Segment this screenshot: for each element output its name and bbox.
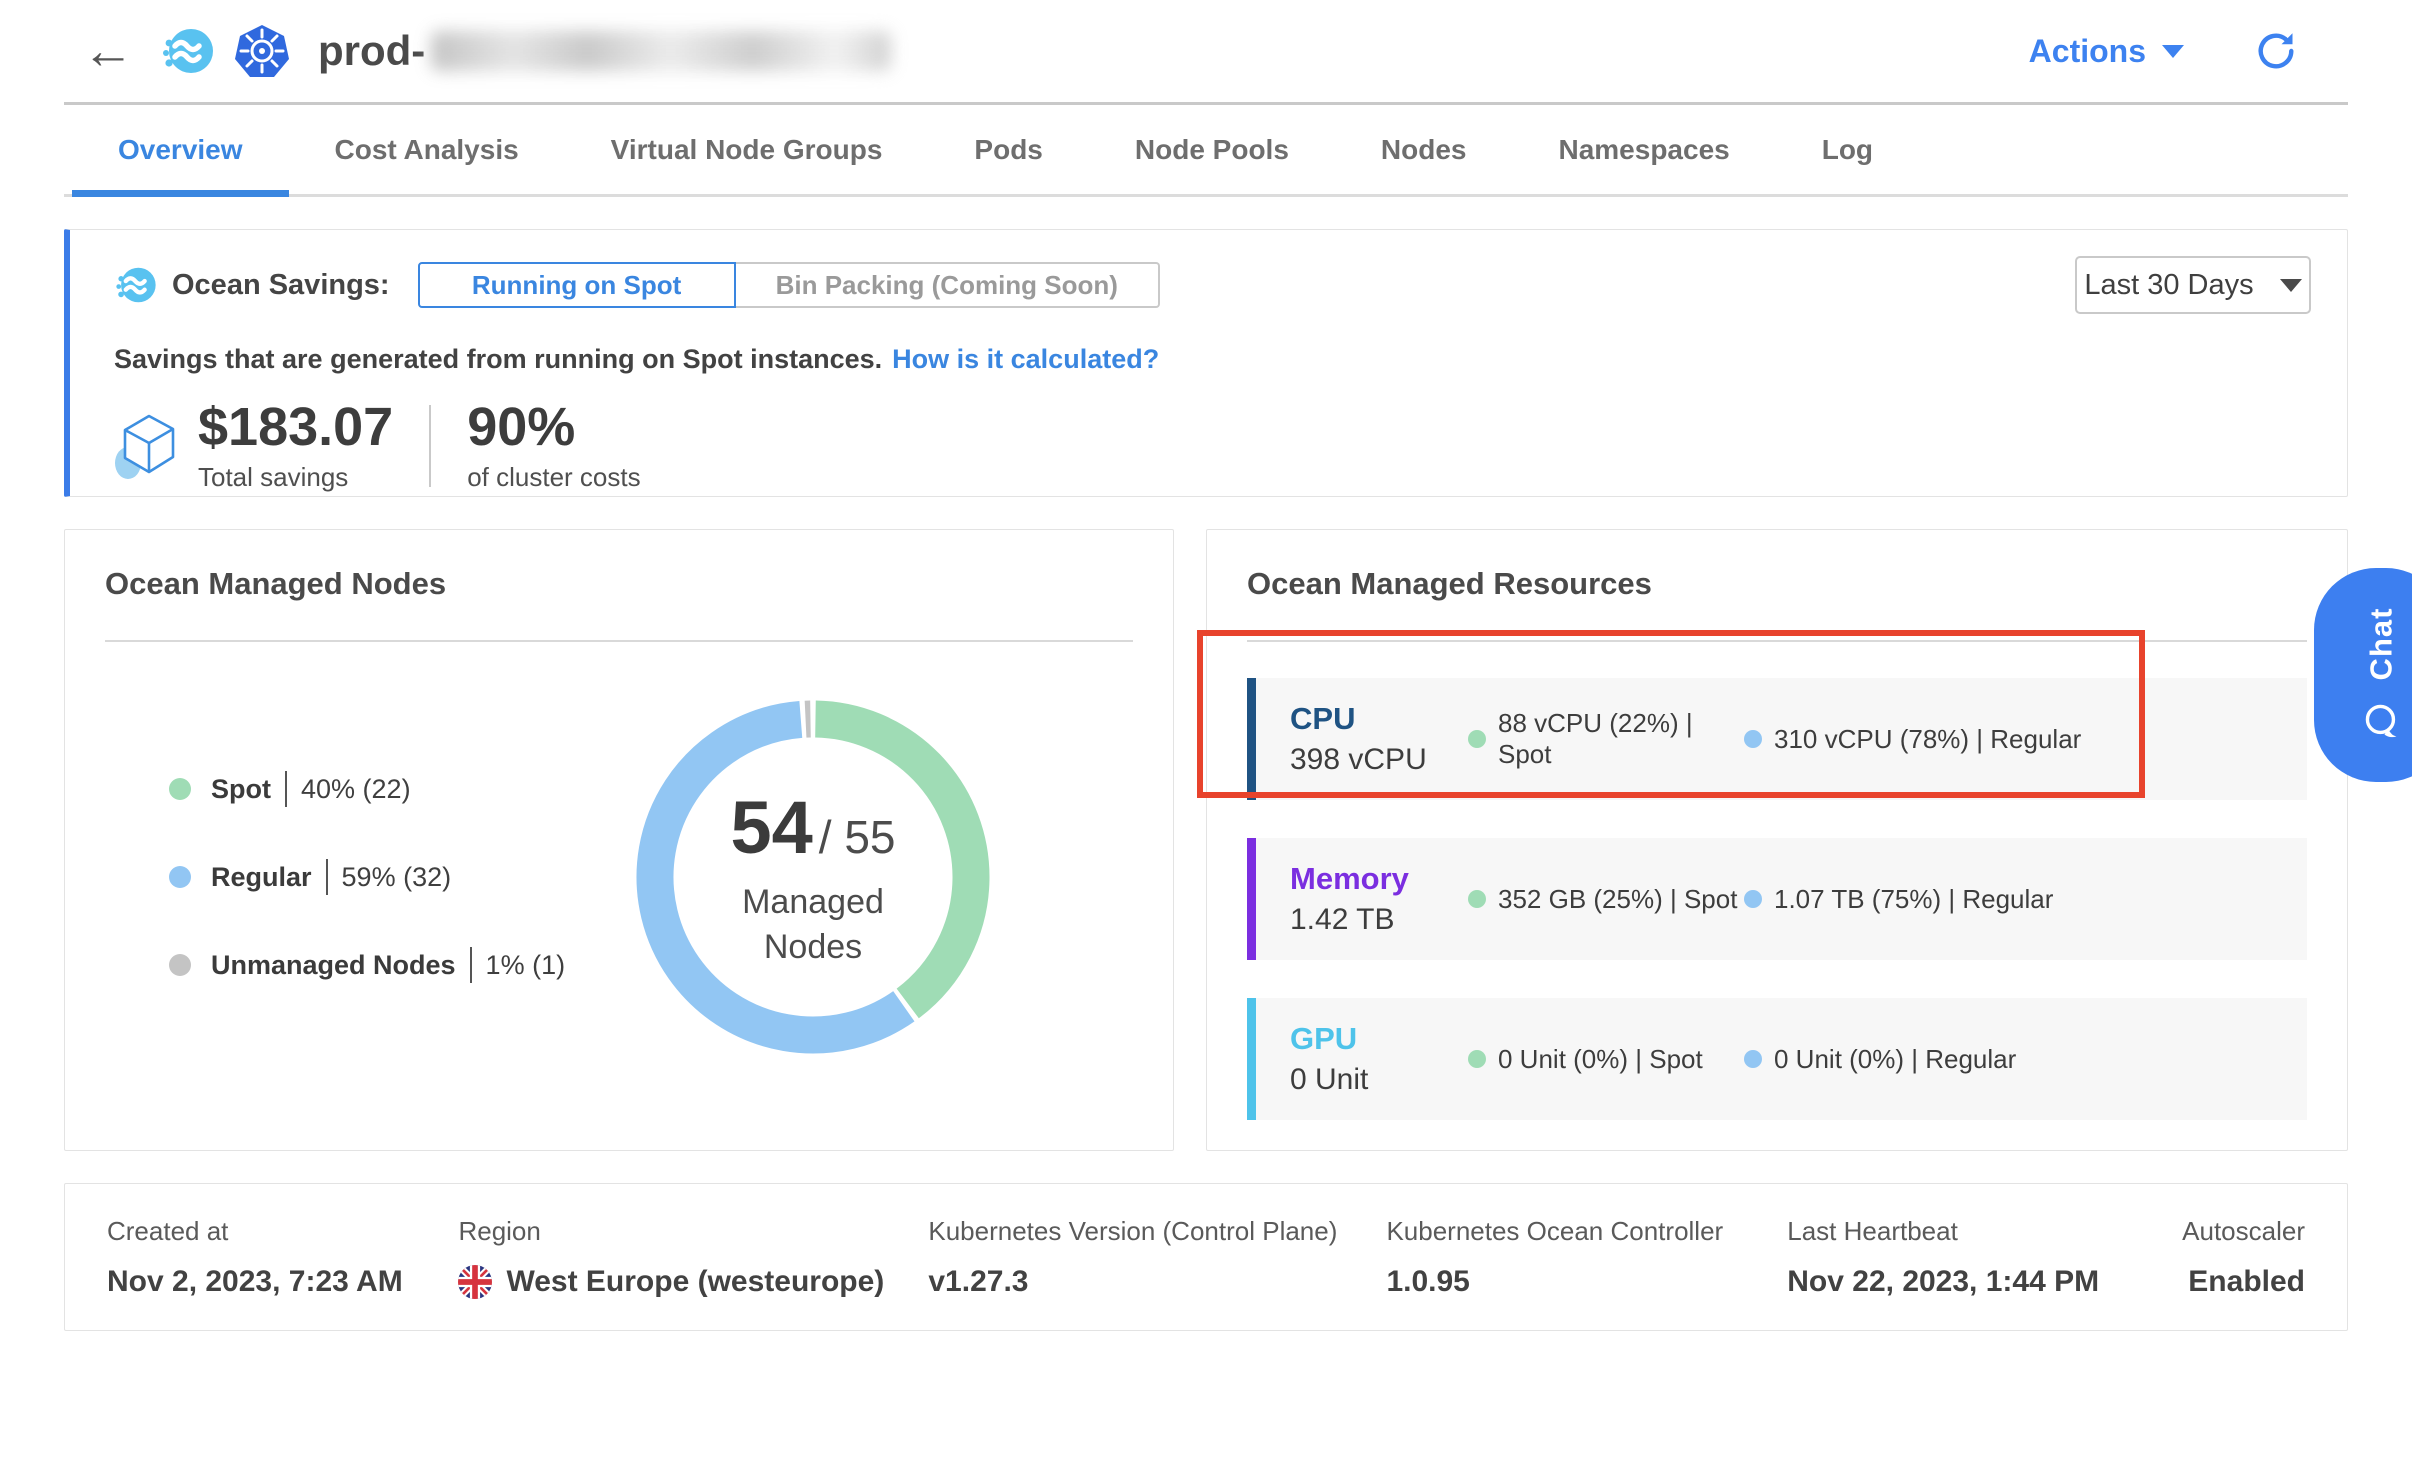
cluster-costs-percent-label: of cluster costs bbox=[467, 462, 640, 493]
legend-item-regular: Regular 59% (32) bbox=[169, 859, 633, 895]
savings-view-toggle: Running on Spot Bin Packing (Coming Soon… bbox=[418, 262, 1160, 308]
spot-stat: 352 GB (25%) | Spot bbox=[1468, 884, 1744, 915]
figures-divider bbox=[429, 405, 431, 487]
regular-stat: 1.07 TB (75%) | Regular bbox=[1744, 884, 2053, 915]
resource-name: Memory bbox=[1290, 861, 1468, 897]
resource-row-gpu: GPU 0 Unit 0 Unit (0%) | Spot 0 Unit (0%… bbox=[1247, 998, 2307, 1120]
uk-flag-icon bbox=[458, 1265, 492, 1299]
header: ← prod- Actions bbox=[64, 0, 2348, 102]
resource-total: 398 vCPU bbox=[1290, 743, 1468, 777]
bin-packing-button[interactable]: Bin Packing (Coming Soon) bbox=[736, 262, 1160, 308]
k8s-version-value: v1.27.3 bbox=[928, 1265, 1386, 1299]
savings-cube-icon bbox=[114, 411, 180, 481]
managed-resources-title: Ocean Managed Resources bbox=[1247, 566, 2307, 602]
chat-label: Chat bbox=[2363, 608, 2399, 681]
back-arrow-icon[interactable]: ← bbox=[74, 25, 142, 77]
how-calculated-link[interactable]: How is it calculated? bbox=[892, 344, 1159, 374]
legend-separator bbox=[470, 947, 472, 983]
ocean-managed-nodes-card: Ocean Managed Nodes Spot 40% (22) Regula… bbox=[64, 529, 1174, 1151]
legend-item-spot: Spot 40% (22) bbox=[169, 771, 633, 807]
refresh-icon[interactable] bbox=[2254, 29, 2298, 73]
regular-stat: 0 Unit (0%) | Regular bbox=[1744, 1044, 2016, 1075]
header-actions: Actions bbox=[2029, 29, 2338, 73]
regular-dot-icon bbox=[1744, 890, 1762, 908]
resource-total: 0 Unit bbox=[1290, 1063, 1468, 1097]
actions-label: Actions bbox=[2029, 33, 2146, 70]
managed-nodes-center-label: Managed Nodes bbox=[713, 880, 913, 968]
chat-bubble-icon bbox=[2360, 700, 2402, 742]
last-heartbeat-column: Last Heartbeat Nov 22, 2023, 1:44 PM bbox=[1787, 1216, 2182, 1299]
cluster-name-redacted bbox=[431, 31, 891, 71]
legend-separator bbox=[326, 859, 328, 895]
resource-row-memory: Memory 1.42 TB 352 GB (25%) | Spot 1.07 … bbox=[1247, 838, 2307, 960]
resource-row-cpu: CPU 398 vCPU 88 vCPU (22%) | Spot 310 vC… bbox=[1247, 678, 2307, 800]
tab-overview[interactable]: Overview bbox=[72, 105, 289, 194]
regular-stat: 310 vCPU (78%) | Regular bbox=[1744, 724, 2081, 755]
autoscaler-column: Autoscaler Enabled bbox=[2182, 1216, 2305, 1299]
total-savings-label: Total savings bbox=[198, 462, 393, 493]
managed-nodes-title: Ocean Managed Nodes bbox=[105, 566, 1133, 602]
tab-nodes[interactable]: Nodes bbox=[1335, 105, 1513, 194]
donut-center-text: 54 / 55 Managed Nodes bbox=[633, 697, 993, 1057]
created-at-value: Nov 2, 2023, 7:23 AM bbox=[107, 1265, 458, 1299]
ocean-controller-column: Kubernetes Ocean Controller 1.0.95 bbox=[1386, 1216, 1787, 1299]
running-on-spot-button[interactable]: Running on Spot bbox=[418, 262, 736, 308]
autoscaler-status: Enabled bbox=[2188, 1265, 2305, 1299]
chat-button[interactable]: Chat bbox=[2314, 568, 2412, 782]
kubernetes-logo-icon bbox=[234, 23, 290, 79]
period-dropdown[interactable]: Last 30 Days bbox=[2075, 256, 2311, 314]
page-title: prod- bbox=[318, 27, 891, 75]
unmanaged-dot-icon bbox=[169, 954, 191, 976]
spot-dot-icon bbox=[1468, 730, 1486, 748]
resource-name: GPU bbox=[1290, 1021, 1468, 1057]
managed-nodes-total: / 55 bbox=[819, 810, 896, 864]
cluster-costs-percent-value: 90% bbox=[467, 399, 640, 456]
regular-dot-icon bbox=[1744, 1050, 1762, 1068]
managed-nodes-count: 54 bbox=[730, 785, 812, 870]
spot-dot-icon bbox=[1468, 1050, 1486, 1068]
cluster-info-bar: Created at Nov 2, 2023, 7:23 AM Region W… bbox=[64, 1183, 2348, 1331]
ocean-controller-value: 1.0.95 bbox=[1386, 1265, 1787, 1299]
savings-figures: $183.07 Total savings 90% of cluster cos… bbox=[114, 399, 2311, 493]
tab-bar: Overview Cost Analysis Virtual Node Grou… bbox=[64, 105, 2348, 197]
spot-stat: 88 vCPU (22%) | Spot bbox=[1468, 708, 1744, 770]
cluster-name-prefix: prod- bbox=[318, 27, 425, 74]
spot-dot-icon bbox=[1468, 890, 1486, 908]
total-savings-value: $183.07 bbox=[198, 399, 393, 456]
regular-dot-icon bbox=[1744, 730, 1762, 748]
spot-stat: 0 Unit (0%) | Spot bbox=[1468, 1044, 1744, 1075]
savings-description: Savings that are generated from running … bbox=[114, 344, 2311, 375]
resource-rows: CPU 398 vCPU 88 vCPU (22%) | Spot 310 vC… bbox=[1247, 678, 2307, 1120]
tab-namespaces[interactable]: Namespaces bbox=[1512, 105, 1775, 194]
nodes-legend: Spot 40% (22) Regular 59% (32) Unmanaged… bbox=[169, 771, 633, 983]
tab-pods[interactable]: Pods bbox=[928, 105, 1088, 194]
created-at-column: Created at Nov 2, 2023, 7:23 AM bbox=[107, 1216, 458, 1299]
period-dropdown-value: Last 30 Days bbox=[2084, 269, 2253, 302]
spot-dot-icon bbox=[169, 778, 191, 800]
actions-menu-button[interactable]: Actions bbox=[2029, 33, 2184, 70]
chevron-down-icon bbox=[2280, 279, 2302, 292]
cluster-overview-page: ← prod- Actions bbox=[0, 0, 2412, 1331]
card-divider bbox=[1247, 640, 2307, 642]
tab-node-pools[interactable]: Node Pools bbox=[1089, 105, 1335, 194]
resource-name: CPU bbox=[1290, 701, 1468, 737]
ocean-savings-label: Ocean Savings: bbox=[172, 269, 390, 302]
legend-separator bbox=[285, 771, 287, 807]
managed-nodes-donut-chart: 54 / 55 Managed Nodes bbox=[633, 697, 993, 1057]
k8s-version-column: Kubernetes Version (Control Plane) v1.27… bbox=[928, 1216, 1386, 1299]
ocean-managed-resources-card: Ocean Managed Resources CPU 398 vCPU 88 … bbox=[1206, 529, 2348, 1151]
regular-dot-icon bbox=[169, 866, 191, 888]
ocean-logo-icon bbox=[160, 23, 216, 79]
resource-total: 1.42 TB bbox=[1290, 903, 1468, 937]
region-column: Region West Europe (westeurope) bbox=[458, 1216, 928, 1299]
legend-item-unmanaged: Unmanaged Nodes 1% (1) bbox=[169, 947, 633, 983]
tab-cost-analysis[interactable]: Cost Analysis bbox=[289, 105, 565, 194]
tab-virtual-node-groups[interactable]: Virtual Node Groups bbox=[565, 105, 929, 194]
region-value: West Europe (westeurope) bbox=[506, 1265, 884, 1299]
tab-log[interactable]: Log bbox=[1776, 105, 1919, 194]
ocean-savings-icon bbox=[114, 263, 158, 307]
chevron-down-icon bbox=[2162, 45, 2184, 58]
last-heartbeat-value: Nov 22, 2023, 1:44 PM bbox=[1787, 1265, 2182, 1299]
ocean-savings-card: Ocean Savings: Running on Spot Bin Packi… bbox=[64, 229, 2348, 497]
